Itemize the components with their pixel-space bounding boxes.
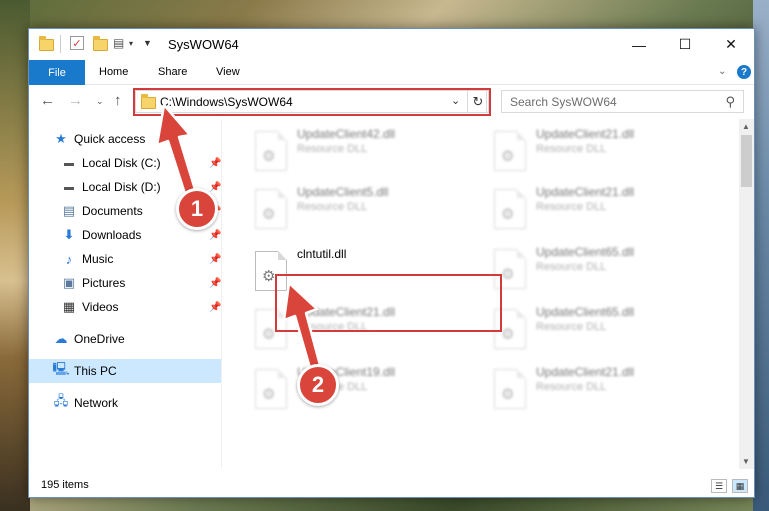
- customize-toolbar-icon[interactable]: ▤: [113, 36, 129, 52]
- status-bar: 195 items ☰ ▦: [29, 476, 754, 497]
- scroll-up-icon[interactable]: ▲: [742, 122, 750, 131]
- sidebar-item-this-pc[interactable]: 🖳 This PC: [29, 359, 221, 383]
- sidebar-item-pictures[interactable]: ▣ Pictures 📌: [29, 271, 222, 295]
- sidebar-item-videos[interactable]: ▦ Videos 📌: [29, 295, 222, 319]
- dll-file-icon: ⚙: [494, 189, 526, 229]
- drive-icon: ▬: [64, 157, 74, 169]
- sidebar-item-network[interactable]: 🖧 Network: [29, 391, 221, 415]
- navigation-pane: ★ Quick access ▬ Local Disk (C:) 📌 ▬ Loc…: [29, 119, 221, 469]
- properties-icon[interactable]: ✓: [70, 36, 84, 50]
- window-title: SysWOW64: [168, 37, 239, 52]
- documents-icon: ▤: [62, 203, 76, 218]
- gear-icon: ⚙: [262, 206, 276, 223]
- desktop-background-left: [0, 0, 30, 511]
- title-bar: ✓ ▤ ▾ ▼ SysWOW64 — ☐ ✕: [29, 29, 754, 60]
- gear-icon: ⚙: [262, 268, 276, 285]
- search-input[interactable]: Search SysWOW64 ⚲: [501, 90, 744, 113]
- dll-file-icon: ⚙: [494, 131, 526, 171]
- star-icon: ★: [55, 131, 67, 146]
- gear-icon: ⚙: [501, 326, 515, 343]
- dll-file-icon: ⚙: [255, 189, 287, 229]
- search-placeholder: Search SysWOW64: [510, 95, 617, 109]
- tab-view[interactable]: View: [216, 66, 240, 78]
- expand-ribbon-icon[interactable]: ⌄: [718, 66, 726, 77]
- details-view-icon[interactable]: ☰: [711, 479, 727, 493]
- search-icon[interactable]: ⚲: [725, 94, 735, 110]
- back-arrow-icon[interactable]: ←: [40, 92, 55, 109]
- forward-arrow-icon[interactable]: →: [68, 92, 83, 109]
- large-icons-view-icon[interactable]: ▦: [732, 479, 748, 493]
- tab-share[interactable]: Share: [158, 66, 187, 78]
- gear-icon: ⚙: [501, 206, 515, 223]
- step-1-badge: 1: [176, 188, 218, 230]
- step-2-badge: 2: [297, 364, 339, 406]
- pin-icon: 📌: [209, 229, 222, 241]
- download-icon: ⬇: [63, 227, 75, 242]
- help-icon[interactable]: ?: [737, 65, 751, 79]
- scrollbar-thumb[interactable]: [741, 135, 752, 187]
- ribbon: File Home Share View ⌄ ?: [29, 60, 754, 85]
- pin-icon: 📌: [209, 301, 222, 313]
- list-item[interactable]: ⚙ UpdateClient5.dll Resource DLL: [247, 183, 477, 235]
- vertical-scrollbar[interactable]: ▲ ▼: [739, 119, 754, 469]
- pictures-icon: ▣: [62, 275, 76, 290]
- quick-access-dropdown-icon[interactable]: ▼: [143, 38, 159, 54]
- drive-icon: ▬: [64, 181, 74, 193]
- gear-icon: ⚙: [501, 386, 515, 403]
- videos-icon: ▦: [62, 299, 76, 314]
- gear-icon: ⚙: [262, 326, 276, 343]
- close-button[interactable]: ✕: [708, 29, 754, 60]
- sidebar-item-music[interactable]: ♪ Music 📌: [29, 247, 222, 271]
- gear-icon: ⚙: [501, 148, 515, 165]
- item-count: 195 items: [41, 479, 89, 491]
- recent-locations-icon[interactable]: ⌄: [96, 96, 104, 107]
- minimize-button[interactable]: —: [616, 29, 662, 60]
- list-item[interactable]: ⚙ UpdateClient21.dll Resource DLL: [486, 183, 716, 235]
- desktop-background-right: [753, 0, 769, 511]
- up-arrow-icon[interactable]: ↑: [114, 92, 122, 109]
- sidebar-item-local-disk-c[interactable]: ▬ Local Disk (C:) 📌: [29, 151, 221, 175]
- scroll-down-icon[interactable]: ▼: [742, 457, 750, 466]
- list-item[interactable]: ⚙ UpdateClient65.dll Resource DLL: [486, 243, 716, 295]
- tab-file[interactable]: File: [29, 60, 85, 85]
- list-item[interactable]: ⚙ UpdateClient21.dll Resource DLL: [486, 125, 716, 177]
- sidebar-item-onedrive[interactable]: ☁ OneDrive: [29, 327, 221, 351]
- list-item[interactable]: ⚙ UpdateClient19.dll Resource DLL: [247, 363, 477, 415]
- pin-icon: 📌: [209, 181, 222, 193]
- gear-icon: ⚙: [501, 266, 515, 283]
- network-icon: 🖧: [53, 393, 69, 408]
- address-highlight-box: [133, 88, 491, 116]
- explorer-window: ✓ ▤ ▾ ▼ SysWOW64 — ☐ ✕ File Home Share V…: [28, 28, 755, 498]
- pin-icon: 📌: [209, 253, 222, 265]
- gear-icon: ⚙: [262, 148, 276, 165]
- list-item[interactable]: ⚙ UpdateClient42.dll Resource DLL: [247, 125, 477, 177]
- computer-icon: 🖳: [52, 361, 70, 376]
- tab-home[interactable]: Home: [99, 66, 128, 78]
- new-folder-icon[interactable]: [92, 36, 108, 52]
- pin-icon: 📌: [209, 277, 222, 289]
- window-folder-icon: [38, 36, 54, 52]
- file-list: ⚙ UpdateClient42.dll Resource DLL ⚙ Upda…: [222, 119, 738, 469]
- sidebar-item-quick-access[interactable]: ★ Quick access: [29, 127, 221, 151]
- dll-file-icon: ⚙: [494, 369, 526, 409]
- maximize-button[interactable]: ☐: [662, 29, 708, 60]
- title-divider: [60, 35, 61, 53]
- list-item[interactable]: ⚙ UpdateClient65.dll Resource DLL: [486, 303, 716, 355]
- list-item[interactable]: ⚙ UpdateClient21.dll Resource DLL: [486, 363, 716, 415]
- music-icon: ♪: [65, 251, 73, 267]
- dll-file-icon: ⚙: [255, 131, 287, 171]
- pin-icon: 📌: [209, 157, 222, 169]
- gear-icon: ⚙: [262, 386, 276, 403]
- dll-file-icon: ⚙: [255, 369, 287, 409]
- target-file-highlight-box: [275, 274, 502, 332]
- cloud-icon: ☁: [54, 331, 68, 346]
- navigation-bar: ← → ⌄ ↑ C:\Windows\SysWOW64 ⌄ ↻ Search S…: [29, 86, 754, 117]
